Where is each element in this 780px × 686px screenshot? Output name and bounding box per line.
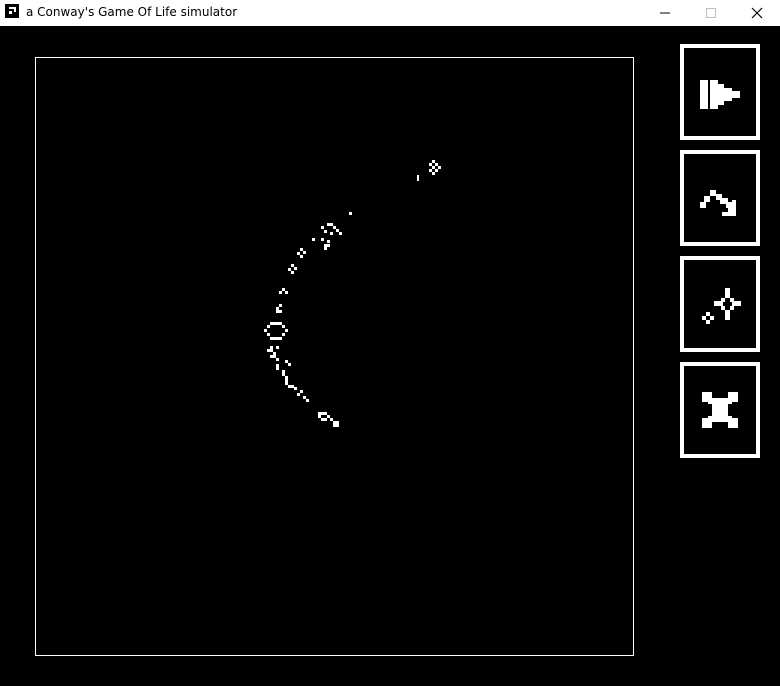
minimize-icon — [660, 12, 670, 14]
minimize-button[interactable] — [642, 0, 688, 26]
sparkle-icon — [702, 288, 741, 324]
close-icon — [751, 7, 763, 19]
step-button[interactable] — [680, 150, 760, 246]
play-step-button[interactable] — [680, 44, 760, 140]
close-button[interactable] — [734, 0, 780, 26]
window-title: a Conway's Game Of Life simulator — [26, 5, 238, 19]
maximize-button[interactable] — [688, 0, 734, 26]
clear-button[interactable] — [680, 362, 760, 458]
cell-grid — [264, 160, 441, 427]
maximize-icon — [706, 8, 716, 18]
randomize-button[interactable] — [680, 256, 760, 352]
game-board[interactable] — [35, 57, 634, 656]
step-arrow-icon — [700, 190, 736, 216]
app-icon — [5, 4, 19, 18]
clear-x-icon — [702, 392, 738, 428]
title-bar: a Conway's Game Of Life simulator — [0, 0, 780, 26]
play-icon — [700, 80, 740, 109]
